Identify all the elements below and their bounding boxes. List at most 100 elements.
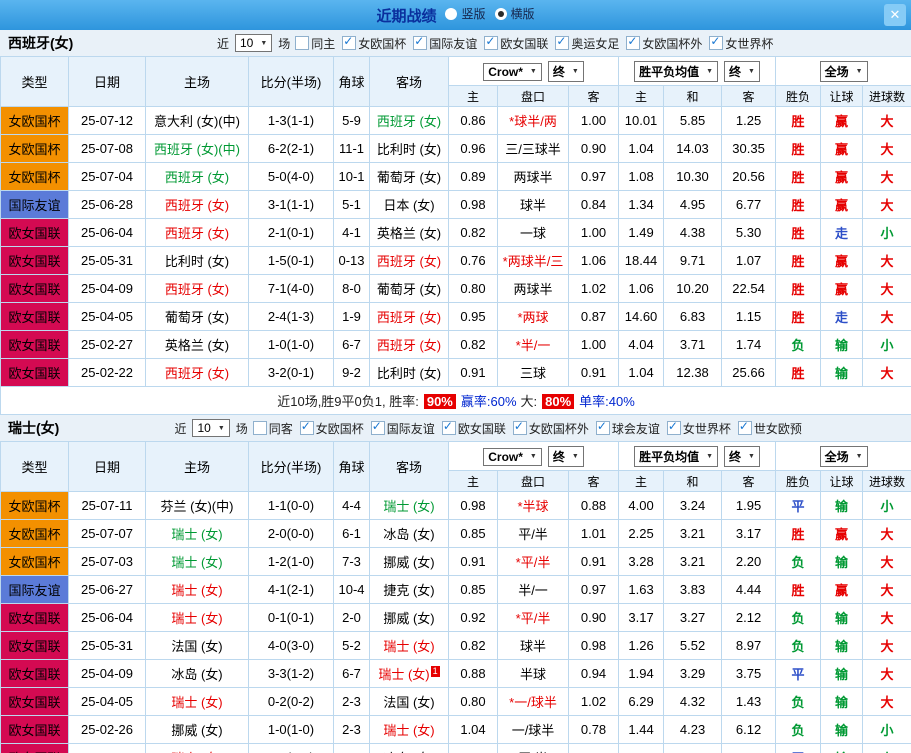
match-count-select[interactable]: 10 ▼	[234, 34, 273, 52]
cell-away-team: 挪威 (女)	[369, 547, 449, 576]
cell-goals-result: 大	[862, 631, 911, 660]
cell-score: 2-1(0-1)	[248, 218, 334, 247]
cell-mean-away: 1.74	[721, 330, 777, 359]
cell-result: 胜	[775, 162, 822, 191]
cell-mean-draw: 4.38	[663, 218, 723, 247]
away-team-name: 葡萄牙 (女)	[376, 282, 442, 297]
away-team-name: 日本 (女)	[383, 198, 435, 213]
cell-score: 3-1(1-1)	[248, 190, 334, 219]
filter-checkbox[interactable]: 奥运女足	[555, 34, 619, 52]
sub-col-header: 主	[448, 470, 498, 492]
filter-checkbox[interactable]: 女欧国杯	[299, 419, 364, 437]
cell-result: 胜	[775, 519, 822, 548]
close-button[interactable]: ✕	[884, 4, 906, 26]
filter-checkbox[interactable]: 女欧国杯外	[512, 419, 589, 437]
cell-home-team: 瑞士 (女)	[145, 547, 249, 576]
cell-mean-home: 2.36	[618, 743, 665, 753]
checkbox-label: 世女欧预	[753, 421, 802, 436]
filter-checkbox[interactable]: 女欧国杯	[342, 34, 406, 52]
cell-result: 负	[775, 603, 822, 632]
cell-corners: 6-1	[333, 519, 370, 548]
cell-home-team: 西班牙 (女)	[145, 190, 249, 219]
away-team-name: 挪威 (女)	[383, 611, 435, 626]
cell-corners: 5-9	[333, 106, 370, 135]
cell-handicap: 平/半	[497, 743, 569, 753]
cell-home-team: 意大利 (女)(中)	[145, 106, 249, 135]
chevron-down-icon: ▼	[748, 452, 755, 460]
mean-period-select[interactable]: 终 ▼	[724, 60, 760, 82]
match-row: 欧女国联 25-05-31 比利时 (女) 1-5(0-1) 0-13 西班牙 (女) 0.…	[0, 246, 911, 275]
odds-period-select[interactable]: 终 ▼	[547, 445, 584, 467]
cell-corners: 4-1	[333, 218, 370, 247]
filter-checkbox[interactable]: 同客	[252, 420, 293, 437]
mean-select[interactable]: 胜平负均值 ▼	[634, 60, 719, 82]
mean-select-value: 胜平负均值	[639, 449, 700, 464]
odds-period-select[interactable]: 终 ▼	[547, 60, 584, 82]
filter-checkbox[interactable]: 女世界杯	[709, 34, 773, 52]
cell-score: 2-0(0-0)	[248, 519, 334, 548]
filter-checkbox[interactable]: 国际友谊	[370, 419, 435, 437]
match-row: 欧女国联 25-04-05 葡萄牙 (女) 2-4(1-3) 1-9 西班牙 (女) 0.9…	[0, 302, 911, 331]
cell-home-team: 芬兰 (女)(中)	[145, 491, 249, 520]
radio-selected-icon	[494, 7, 507, 20]
bookmaker-select[interactable]: Crow* ▼	[483, 447, 542, 466]
cell-score: 0-2(0-2)	[248, 687, 334, 716]
cell-result: 胜	[775, 246, 822, 275]
cell-result: 负	[775, 547, 822, 576]
scope-select[interactable]: 全场 ▼	[819, 445, 868, 467]
filter-checkbox[interactable]: 女世界杯	[666, 419, 731, 437]
cell-mean-draw: 3.21	[663, 547, 723, 576]
cell-odds-home: 0.80	[448, 687, 498, 716]
cell-mean-home: 3.28	[618, 547, 665, 576]
cell-result: 平	[775, 743, 822, 753]
cell-mean-away: 1.15	[721, 302, 777, 331]
summary-row: 近10场,胜9平0负1, 胜率: 90% 赢率:60% 大: 80% 单率:40%	[0, 386, 911, 415]
cell-score: 4-1(2-1)	[248, 575, 334, 604]
cell-date: 25-05-31	[68, 246, 146, 275]
section-header: 西班牙(女) 近 10 ▼ 场 同主 女欧国杯 国际友谊 欧女国联 奥运女足 女欧国杯外 女世界杯	[0, 30, 911, 56]
away-team-name: 西班牙 (女)	[376, 114, 442, 129]
cell-away-team: 捷克 (女)	[369, 575, 449, 604]
cell-away-team: 法国 (女)	[369, 687, 449, 716]
cell-date: 25-07-07	[68, 519, 146, 548]
checkbox-checked-icon	[342, 34, 357, 50]
match-row: 女欧国杯 25-07-12 意大利 (女)(中) 1-3(1-1) 5-9 西班牙 (女)…	[0, 106, 911, 135]
cell-handicap-result: 输	[820, 330, 864, 359]
cell-handicap-result: 输	[820, 631, 864, 660]
match-row: 女欧国杯 25-07-07 瑞士 (女) 2-0(0-0) 6-1 冰岛 (女) 0.85 平…	[0, 519, 911, 548]
layout-option-vertical[interactable]: 竖版	[445, 5, 486, 22]
cell-mean-draw: 10.30	[663, 162, 723, 191]
scope-select[interactable]: 全场 ▼	[819, 60, 868, 82]
cell-odds-away: 0.97	[567, 162, 620, 191]
bookmaker-select[interactable]: Crow* ▼	[483, 62, 542, 81]
filter-checkbox[interactable]: 欧女国联	[441, 419, 506, 437]
filter-checkbox[interactable]: 国际友谊	[413, 34, 477, 52]
cell-mean-draw: 4.23	[663, 715, 723, 744]
mean-select[interactable]: 胜平负均值 ▼	[634, 445, 719, 467]
cell-handicap-result: 赢	[820, 134, 864, 163]
sub-col-header: 和	[663, 470, 723, 492]
cell-handicap-result: 赢	[820, 274, 864, 303]
cell-score: 3-3(1-2)	[248, 659, 334, 688]
checkbox-label: 女欧国杯外	[528, 421, 589, 436]
cell-mean-draw: 4.95	[663, 190, 723, 219]
cell-corners: 7-3	[333, 743, 370, 753]
filter-checkbox[interactable]: 同主	[295, 35, 335, 52]
mean-period-select[interactable]: 终 ▼	[724, 445, 760, 467]
filter-checkbox[interactable]: 世女欧预	[737, 419, 802, 437]
filter-checkbox[interactable]: 欧女国联	[484, 34, 548, 52]
layout-option-horizontal[interactable]: 横版	[494, 5, 535, 22]
cell-mean-away: 2.83	[721, 743, 777, 753]
cell-competition-type: 欧女国联	[0, 302, 69, 331]
filter-checkbox[interactable]: 球会友谊	[595, 419, 660, 437]
bookmaker-select-value: Crow*	[488, 449, 523, 464]
col-header: 日期	[68, 441, 146, 492]
match-count-select[interactable]: 10 ▼	[192, 419, 230, 437]
chevron-down-icon: ▼	[855, 452, 863, 460]
cell-corners: 2-3	[333, 715, 370, 744]
cell-odds-home: 0.82	[448, 631, 498, 660]
filter-checkbox[interactable]: 女欧国杯外	[626, 34, 702, 52]
sub-col-header: 让球	[820, 470, 864, 492]
cell-mean-away: 6.77	[721, 190, 777, 219]
scope-header-group: 全场 ▼	[775, 56, 911, 86]
